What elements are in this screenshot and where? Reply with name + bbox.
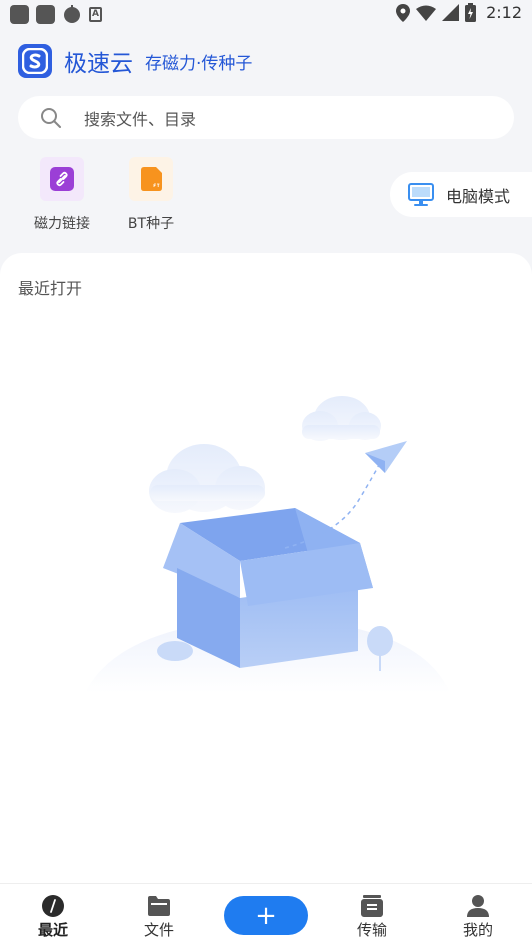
nav-label: 传输: [356, 921, 387, 939]
tool-label: 磁力链接: [34, 216, 90, 232]
link-icon: [40, 157, 84, 201]
magnet-link-tool[interactable]: 磁力链接: [22, 157, 102, 233]
status-time: 2:12: [486, 3, 522, 22]
search-icon: [41, 107, 61, 128]
wifi-icon: [416, 5, 437, 21]
notification-icon: [36, 4, 55, 24]
nav-transfer[interactable]: 传输: [332, 884, 412, 946]
signal-icon: [442, 4, 460, 21]
pc-mode-label: 电脑模式: [446, 186, 511, 206]
bt-seed-tool[interactable]: BT种子: [111, 157, 191, 233]
search-bar[interactable]: 搜索文件、目录: [18, 96, 514, 139]
logo-s-icon: [22, 48, 48, 74]
nav-label: 最近: [37, 921, 68, 939]
tool-label: BT种子: [127, 216, 175, 232]
nav-me[interactable]: 我的: [438, 884, 518, 946]
recent-panel: 最近打开: [0, 253, 532, 885]
status-bar-right: 2:12: [396, 3, 522, 22]
battery-icon: [465, 3, 477, 22]
pc-mode-button[interactable]: 电脑模式: [390, 172, 532, 217]
add-button[interactable]: +: [224, 896, 308, 935]
text-icon: A: [89, 6, 102, 22]
search-input[interactable]: 搜索文件、目录: [84, 106, 196, 130]
recent-title: 最近打开: [18, 279, 83, 298]
notification-icon: [10, 4, 29, 24]
empty-box-illustration: [85, 396, 450, 693]
compass-icon: [42, 895, 64, 917]
folder-icon: [148, 896, 170, 916]
app-logo: [18, 44, 52, 78]
nav-recent[interactable]: 最近: [13, 884, 93, 946]
plus-icon: +: [255, 900, 277, 931]
app-header: 极速云 存磁力·传种子: [18, 44, 252, 78]
bt-file-icon: [129, 157, 173, 201]
location-icon: [396, 3, 411, 22]
user-icon: [467, 895, 489, 917]
app-name: 极速云: [64, 51, 133, 77]
notification-icon: [64, 5, 80, 23]
monitor-icon: [408, 182, 434, 206]
status-bar-left: A: [10, 4, 102, 24]
nav-label: 文件: [143, 921, 174, 939]
bottom-navigation: 最近 文件 + 传输 我的: [0, 883, 532, 946]
nav-files[interactable]: 文件: [119, 884, 199, 946]
inbox-icon: [361, 895, 383, 917]
app-slogan: 存磁力·传种子: [145, 53, 253, 74]
nav-label: 我的: [462, 921, 493, 939]
status-bar: A 2:12: [0, 0, 532, 28]
